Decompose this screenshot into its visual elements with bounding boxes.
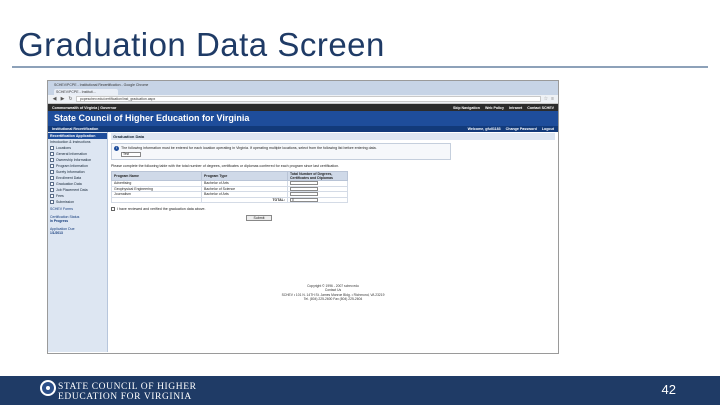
- reload-icon[interactable]: ↻: [68, 96, 73, 102]
- page-number: 42: [661, 382, 676, 397]
- slide-title: Graduation Data Screen: [18, 26, 385, 63]
- slide: Graduation Data Screen SCHEV/PCPE - Inst…: [0, 0, 720, 405]
- location-select[interactable]: Test: [121, 152, 141, 157]
- site-footer: Copyright © 1996 - 2007 schev.edu Contac…: [108, 284, 558, 301]
- total-value: 0: [290, 197, 318, 202]
- total-label: TOTAL:: [201, 196, 288, 203]
- topbar-link-intranet[interactable]: Intranet: [509, 106, 522, 110]
- location-notice: i The following information must be ente…: [111, 143, 451, 160]
- confirm-label: I have reviewed and verified the graduat…: [117, 207, 206, 211]
- forward-icon[interactable]: ▶: [60, 96, 65, 102]
- sidebar: Recertification Application Introduction…: [48, 132, 108, 352]
- back-icon[interactable]: ◀: [52, 96, 57, 102]
- status-label: Certification Status: [50, 215, 80, 219]
- address-bar: ◀ ▶ ↻ pcpeschev.edu/certification/inst_g…: [48, 95, 558, 104]
- window-title: SCHEV/PCPE - Institutional Recertificati…: [54, 83, 149, 87]
- notice-text: The following information must be entere…: [121, 146, 377, 150]
- degree-count-input[interactable]: [290, 192, 318, 197]
- graduation-table: Program Name Program Type Total Number o…: [111, 171, 348, 203]
- checkbox-icon: [50, 146, 54, 150]
- total-row: TOTAL: 0: [111, 196, 348, 203]
- site-banner: State Council of Higher Education for Vi…: [48, 111, 558, 126]
- browser-tab-bar: SCHEV/PCPE - Institutional Recertificati…: [48, 81, 558, 89]
- logout-link[interactable]: Logout: [542, 127, 554, 131]
- checkbox-icon: [50, 200, 54, 204]
- topbar-left[interactable]: Commonwealth of Virginia | Governor: [52, 106, 116, 110]
- url-field[interactable]: pcpeschev.edu/certification/inst_graduat…: [76, 96, 541, 102]
- checkbox-icon: [50, 188, 54, 192]
- browser-tab[interactable]: SCHEV/PCPE - Instituti...: [54, 89, 118, 95]
- confirm-checkbox[interactable]: [111, 207, 115, 211]
- table-instructions: Please complete the following table with…: [111, 164, 340, 168]
- checkbox-icon: [50, 152, 54, 156]
- footer-phone: Tel. (804) 225-2600 Fax (804) 225-2604: [303, 296, 363, 301]
- welcome-text: Welcome, gfull1183: [467, 127, 501, 131]
- browser-screenshot: SCHEV/PCPE - Institutional Recertificati…: [47, 80, 559, 354]
- submit-button[interactable]: Submit: [246, 215, 272, 221]
- degree-count-input[interactable]: [290, 181, 318, 186]
- checkbox-icon: [50, 182, 54, 186]
- col-total: Total Number of Degrees, Certificates an…: [287, 171, 348, 181]
- due-label: Application Due: [50, 227, 75, 231]
- bookmark-star-icon[interactable]: ☆: [544, 96, 548, 102]
- org-name-line2: EDUCATION FOR VIRGINIA: [58, 392, 192, 402]
- degree-count-input[interactable]: [290, 186, 318, 191]
- change-password-link[interactable]: Change Password: [506, 127, 537, 131]
- title-divider: [12, 66, 708, 68]
- checkbox-icon: [50, 164, 54, 168]
- col-program-type: Program Type: [201, 171, 288, 181]
- checkbox-icon: [50, 176, 54, 180]
- page-body: Recertification Application Introduction…: [48, 132, 558, 352]
- topbar-link-policy[interactable]: Web Policy: [485, 106, 504, 110]
- checkbox-icon: [50, 158, 54, 162]
- page-heading: Graduation Data: [111, 133, 555, 140]
- topbar-link-contact[interactable]: Contact SCHEV: [527, 106, 554, 110]
- site-topbar: Commonwealth of Virginia | Governor Skip…: [48, 104, 558, 111]
- org-name-line1: STATE COUNCIL OF HIGHER: [58, 382, 197, 392]
- due-value: 1/1/2013: [50, 231, 63, 235]
- checkbox-icon: [50, 170, 54, 174]
- seal-icon: [40, 380, 56, 396]
- checkbox-icon: [50, 194, 54, 198]
- topbar-link-skip[interactable]: Skip Navigation: [453, 106, 480, 110]
- menu-icon[interactable]: ≡: [551, 96, 554, 102]
- section-label: Institutional Recertification: [52, 127, 99, 131]
- info-icon: i: [114, 146, 119, 151]
- confirm-row: I have reviewed and verified the graduat…: [111, 207, 555, 211]
- col-program-name: Program Name: [111, 171, 202, 181]
- main-content: Graduation Data i The following informat…: [108, 132, 558, 352]
